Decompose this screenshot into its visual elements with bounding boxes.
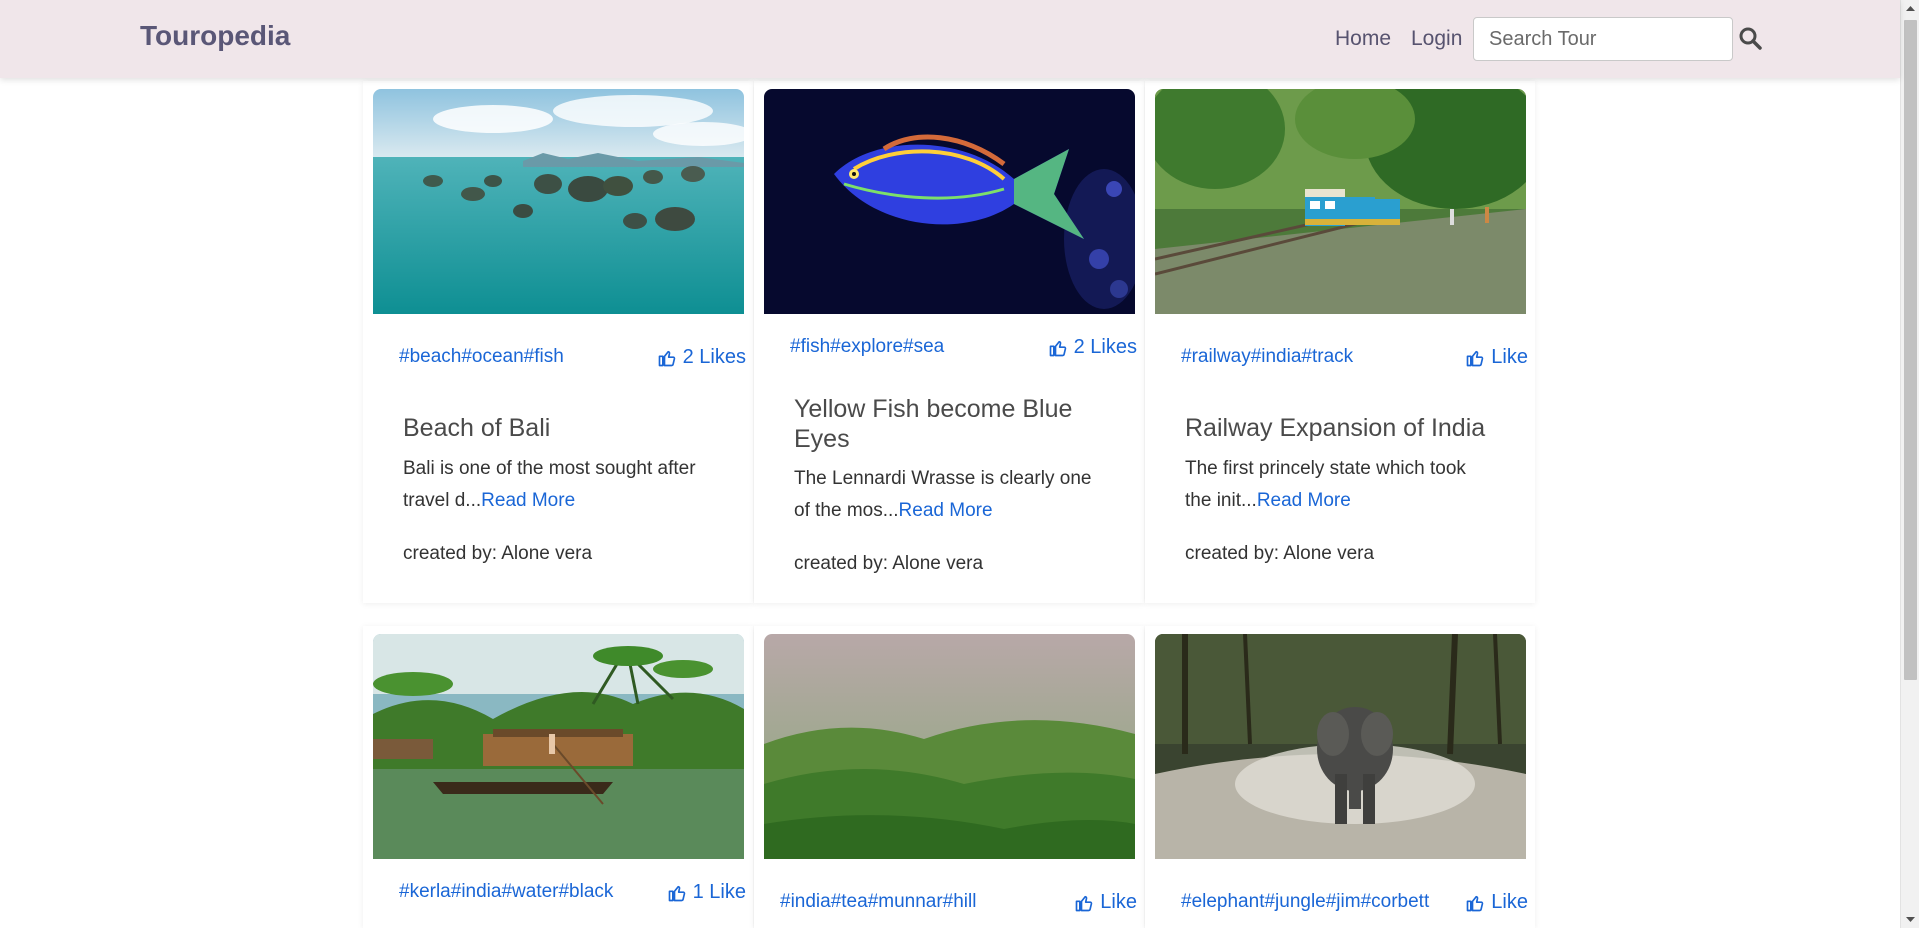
tour-card: #beach#ocean#fish 2 Likes Beach of Bali … [363, 81, 753, 603]
like-button[interactable]: Like [1074, 891, 1137, 914]
thumbs-up-icon [1075, 895, 1093, 911]
card-description: The first princely state which took the … [1185, 453, 1485, 517]
card-creator: created by: Alone vera [794, 553, 984, 574]
read-more-link[interactable]: Read More [481, 490, 575, 511]
tour-card: #elephant#jungle#jim#corbett Like [1145, 626, 1535, 928]
nav-login-link[interactable]: Login [1411, 27, 1462, 51]
tour-card: #india#tea#munnar#hill Like [754, 626, 1144, 928]
page-scrollbar[interactable] [1900, 0, 1919, 928]
card-tags[interactable]: #railway#india#track [1181, 346, 1353, 368]
like-count: Like [1100, 891, 1137, 913]
card-image-ocean-islands[interactable] [373, 89, 744, 314]
search-icon[interactable] [1738, 26, 1762, 50]
like-count: Like [1491, 891, 1528, 913]
like-button[interactable]: 2 Likes [1048, 336, 1137, 359]
thumbs-up-icon [1466, 895, 1484, 911]
scroll-up-arrow-icon[interactable] [1901, 0, 1919, 17]
thumbs-up-icon [658, 350, 675, 366]
card-image-blue-fish[interactable] [764, 89, 1135, 314]
card-tags[interactable]: #kerla#india#water#black [399, 881, 613, 903]
tour-card: #kerla#india#water#black 1 Like [363, 626, 753, 928]
thumbs-up-icon [1049, 340, 1066, 356]
scrollbar-thumb[interactable] [1904, 20, 1917, 680]
card-tags[interactable]: #elephant#jungle#jim#corbett [1181, 891, 1429, 913]
card-image-tea-hills[interactable] [764, 634, 1135, 859]
card-tags[interactable]: #india#tea#munnar#hill [780, 891, 976, 913]
tour-card: #railway#india#track Like Railway Expans… [1145, 81, 1535, 603]
card-tags[interactable]: #fish#explore#sea [790, 336, 944, 358]
like-button[interactable]: Like [1465, 346, 1528, 369]
card-image-toy-train[interactable] [1155, 89, 1526, 314]
like-count: 1 Like [692, 881, 746, 903]
like-button[interactable]: 1 Like [667, 881, 746, 904]
nav-home-link[interactable]: Home [1335, 27, 1391, 51]
card-tags[interactable]: #beach#ocean#fish [399, 346, 564, 368]
card-description: Bali is one of the most sought after tra… [403, 453, 703, 517]
scroll-down-arrow-icon[interactable] [1901, 911, 1919, 928]
read-more-link[interactable]: Read More [1257, 490, 1351, 511]
card-title: Railway Expansion of India [1185, 414, 1486, 442]
read-more-link[interactable]: Read More [899, 500, 993, 521]
card-creator: created by: Alone vera [1185, 543, 1375, 564]
tour-card: #fish#explore#sea 2 Likes Yellow Fish be… [754, 81, 1144, 603]
navbar: Touropedia Home Login [0, 0, 1900, 78]
thumbs-up-icon [668, 885, 685, 901]
like-count: 2 Likes [1073, 336, 1137, 358]
like-count: Like [1491, 346, 1528, 368]
brand-logo[interactable]: Touropedia [140, 20, 290, 52]
card-image-elephant[interactable] [1155, 634, 1526, 859]
thumbs-up-icon [1466, 350, 1484, 366]
card-title: Yellow Fish become Blue Eyes [794, 395, 1073, 453]
like-button[interactable]: Like [1465, 891, 1528, 914]
card-creator: created by: Alone vera [403, 543, 593, 564]
search-input[interactable] [1473, 17, 1733, 61]
card-description: The Lennardi Wrasse is clearly one of th… [794, 463, 1094, 527]
card-title: Beach of Bali [403, 414, 551, 442]
like-count: 2 Likes [682, 346, 746, 368]
card-image-houseboat[interactable] [373, 634, 744, 859]
like-button[interactable]: 2 Likes [657, 346, 746, 369]
